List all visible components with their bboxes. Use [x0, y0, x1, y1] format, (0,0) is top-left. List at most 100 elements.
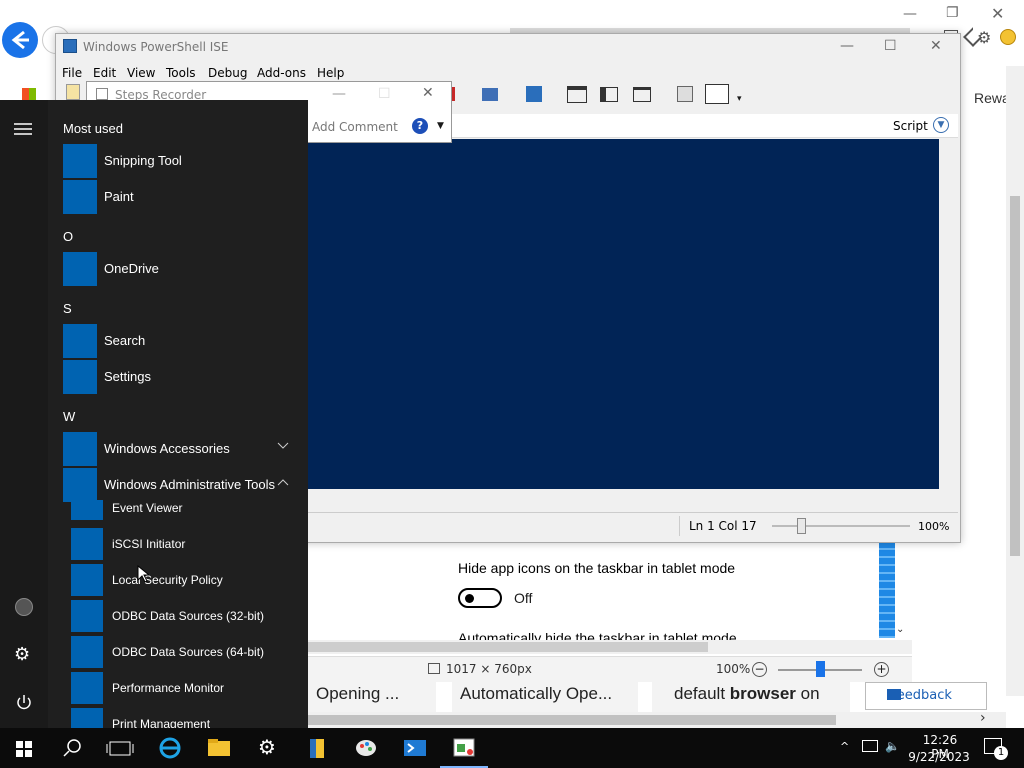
power-icon[interactable]	[15, 694, 33, 712]
start-powershell-icon[interactable]	[526, 86, 542, 102]
add-comment-button[interactable]: Add Comment	[312, 120, 398, 134]
ise-maximize-button[interactable]: ☐	[884, 38, 897, 54]
app-performance-monitor[interactable]: Performance Monitor	[71, 672, 303, 706]
app-label: Performance Monitor	[112, 681, 225, 695]
folder-windows-admin-tools[interactable]: Windows Administrative Tools	[63, 468, 303, 502]
sr-close-button[interactable]: ✕	[422, 85, 434, 101]
menu-addons[interactable]: Add-ons	[257, 66, 306, 80]
smiley-icon[interactable]	[1000, 29, 1016, 45]
letter-o[interactable]: O	[63, 229, 73, 244]
show-script-top-icon[interactable]	[567, 86, 587, 103]
snipping-tool-icon	[63, 144, 97, 178]
app-event-viewer[interactable]: Event Viewer	[71, 500, 303, 520]
app-iscsi-initiator[interactable]: iSCSI Initiator	[71, 528, 303, 562]
show-script-right-icon[interactable]	[600, 87, 618, 102]
hamburger-icon[interactable]	[14, 122, 34, 136]
onedrive-folder-icon	[63, 252, 97, 286]
odbc-icon	[71, 600, 103, 632]
hide-app-icons-label: Hide app icons on the taskbar in tablet …	[458, 560, 736, 576]
browser-restore-button[interactable]: ❐	[946, 5, 959, 21]
browser-scrollbar[interactable]	[1006, 66, 1024, 696]
menu-edit[interactable]: Edit	[93, 66, 116, 80]
app-snipping-tool[interactable]: Snipping Tool	[63, 144, 303, 178]
powershell-console[interactable]	[308, 139, 939, 489]
new-file-icon[interactable]	[66, 84, 80, 100]
letter-s[interactable]: S	[63, 301, 72, 316]
ise-minimize-button[interactable]: —	[840, 38, 854, 54]
rewards-label[interactable]: Rewa	[974, 90, 1010, 106]
internet-explorer-icon	[159, 737, 181, 759]
browser-hscrollbar[interactable]	[308, 712, 1006, 728]
zoom-slider-thumb[interactable]	[816, 661, 825, 677]
remote-powershell-icon[interactable]	[482, 88, 498, 101]
toolbar-overflow-icon[interactable]: ▾	[737, 94, 742, 104]
zoom-in-icon[interactable]: +	[874, 662, 889, 677]
feedback-button[interactable]: Feedback	[865, 682, 987, 710]
app-search[interactable]: Search	[63, 324, 303, 358]
app-local-security-policy[interactable]: Local Security Policy	[71, 564, 303, 598]
taskbar-powershell-ise[interactable]	[391, 728, 439, 768]
menu-view[interactable]: View	[127, 66, 155, 80]
chevron-right-icon[interactable]: ›	[980, 710, 986, 726]
gear-icon[interactable]: ⚙	[977, 28, 991, 47]
volume-muted-icon[interactable]: 🔈	[885, 739, 900, 753]
menu-help[interactable]: Help	[317, 66, 344, 80]
menu-file[interactable]: File	[62, 66, 82, 80]
card-opening[interactable]: Opening ...	[308, 682, 436, 712]
chevron-down-icon[interactable]: ⌄	[896, 624, 904, 635]
chevron-up-icon[interactable]: ^	[840, 740, 849, 753]
app-odbc-64[interactable]: ODBC Data Sources (64-bit)	[71, 636, 303, 670]
card-default-browser[interactable]: default browser on	[652, 682, 850, 712]
card-automatically-open[interactable]: Automatically Ope...	[452, 682, 638, 712]
help-dropdown-icon[interactable]: ▼	[437, 121, 444, 131]
sr-minimize-button[interactable]: —	[332, 86, 346, 102]
browser-close-button[interactable]: ✕	[991, 4, 1004, 23]
chevron-up-icon	[277, 479, 289, 486]
chevron-down-icon[interactable]: ▼	[933, 117, 949, 133]
taskbar-search-button[interactable]	[48, 728, 96, 768]
app-onedrive[interactable]: OneDrive	[63, 252, 303, 286]
folder-windows-accessories[interactable]: Windows Accessories	[63, 432, 303, 466]
line-column: Ln 1 Col 17	[689, 519, 757, 533]
script-pane-toggle[interactable]: Script	[893, 119, 928, 133]
settings-gear-icon[interactable]: ⚙	[14, 644, 30, 665]
network-icon[interactable]	[862, 740, 878, 752]
taskbar-ie[interactable]	[146, 728, 194, 768]
task-view-button[interactable]	[96, 728, 144, 768]
taskbar-folder[interactable]	[293, 728, 341, 768]
taskbar-settings[interactable]: ⚙	[244, 728, 292, 768]
sr-zoom-level: 100%	[716, 662, 751, 676]
back-button[interactable]	[2, 22, 38, 58]
sr-hscrollbar[interactable]	[308, 640, 912, 654]
browser-minimize-button[interactable]: —	[903, 6, 917, 22]
app-label: Search	[104, 333, 146, 348]
letter-w[interactable]: W	[63, 409, 75, 424]
show-addon-icon[interactable]	[705, 84, 729, 104]
zoom-out-icon[interactable]: −	[752, 662, 767, 677]
ise-close-button[interactable]: ✕	[930, 38, 942, 54]
taskbar-paint[interactable]	[342, 728, 390, 768]
app-paint[interactable]: Paint	[63, 180, 303, 214]
odbc-icon	[71, 636, 103, 668]
ise-zoom-level: 100%	[918, 520, 950, 533]
taskbar-file-explorer[interactable]	[195, 728, 243, 768]
app-print-management[interactable]: Print Management	[71, 708, 303, 728]
folder-icon	[208, 739, 230, 756]
gear-icon: ⚙	[258, 735, 276, 759]
console-scrollbar[interactable]	[939, 139, 956, 489]
show-script-max-icon[interactable]	[633, 87, 651, 102]
arrow-left-icon	[11, 30, 29, 50]
help-icon[interactable]: ?	[412, 118, 428, 134]
menu-debug[interactable]: Debug	[208, 66, 247, 80]
menu-tools[interactable]: Tools	[166, 66, 196, 80]
ise-zoom-thumb[interactable]	[797, 518, 806, 534]
clock-date[interactable]: 9/22/2023	[908, 750, 970, 764]
user-avatar-icon[interactable]	[15, 598, 33, 616]
app-settings[interactable]: Settings	[63, 360, 303, 394]
show-command-icon[interactable]	[677, 86, 693, 102]
taskbar-steps-recorder[interactable]	[440, 728, 488, 768]
hide-app-icons-toggle[interactable]	[458, 588, 502, 608]
ise-zoom-slider[interactable]	[772, 525, 910, 527]
start-button[interactable]	[0, 728, 48, 768]
app-odbc-32[interactable]: ODBC Data Sources (32-bit)	[71, 600, 303, 634]
